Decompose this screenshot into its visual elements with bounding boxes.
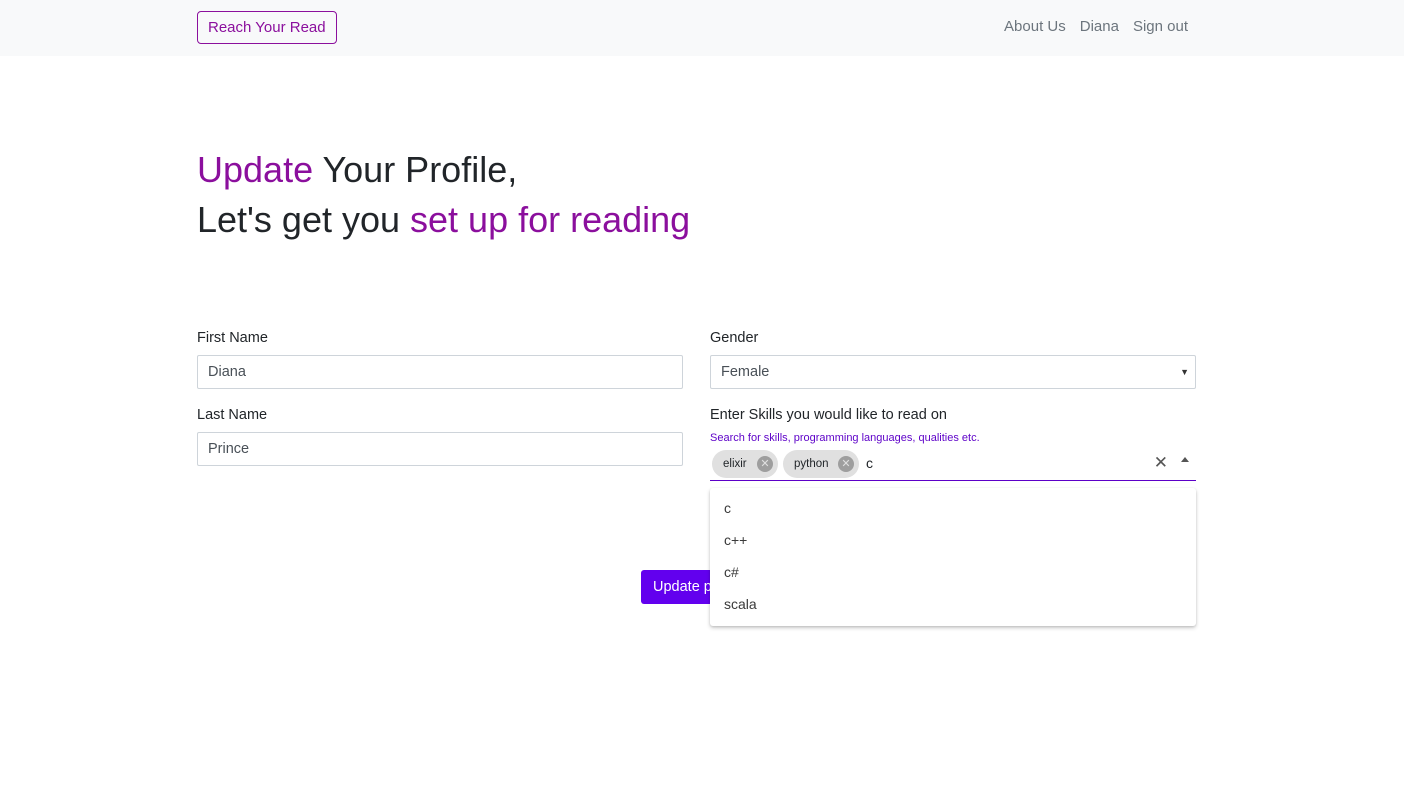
nav-links: About Us Diana Sign out (1004, 18, 1188, 36)
suggestion-option-c[interactable]: c (724, 499, 731, 517)
chip-delete-icon[interactable]: ✕ (757, 456, 773, 472)
suggestion-option-cpp[interactable]: c++ (724, 531, 747, 549)
nav-link-sign-out[interactable]: Sign out (1133, 18, 1188, 36)
heading-line-1: Update Your Profile, (197, 145, 690, 195)
skills-search-input[interactable]: c (866, 454, 873, 472)
gender-selected-value: Female (721, 364, 770, 380)
heading-lets-get-you: Let's get you (197, 199, 411, 240)
skills-label: Enter Skills you would like to read on (710, 407, 947, 423)
gender-label: Gender (710, 330, 759, 346)
skill-chip-elixir: elixir ✕ (712, 450, 778, 478)
last-name-label: Last Name (197, 407, 268, 423)
first-name-input[interactable]: Diana (197, 355, 683, 389)
chip-delete-icon[interactable]: ✕ (838, 456, 854, 472)
skill-chip-label: python (794, 458, 829, 470)
skills-autocomplete[interactable]: elixir ✕ python ✕ c ✕ (710, 448, 1196, 481)
heading-your-profile: Your Profile, (313, 149, 518, 190)
update-profile-button[interactable]: Update p (641, 570, 711, 604)
page-heading: Update Your Profile, Let's get you set u… (197, 145, 690, 245)
suggestion-option-csharp[interactable]: c# (724, 563, 739, 581)
first-name-label: First Name (197, 330, 268, 346)
nav-link-about[interactable]: About Us (1004, 18, 1066, 36)
select-arrow-icon: ▼ (1180, 367, 1189, 377)
navbar: Reach Your Read About Us Diana Sign out (0, 0, 1404, 56)
last-name-input[interactable]: Prince (197, 432, 683, 466)
skills-suggestions-dropdown: c c++ c# scala (710, 488, 1196, 626)
chevron-up-icon[interactable] (1181, 457, 1189, 462)
gender-select[interactable]: Female ▼ (710, 355, 1196, 389)
skill-chip-label: elixir (723, 458, 747, 470)
heading-accent-reading: set up for reading (410, 199, 691, 240)
skill-chip-python: python ✕ (783, 450, 859, 478)
nav-link-profile[interactable]: Diana (1080, 18, 1119, 36)
heading-line-2: Let's get you set up for reading (197, 195, 690, 245)
clear-icon[interactable]: ✕ (1154, 454, 1168, 472)
skills-helper-text: Search for skills, programming languages… (710, 432, 980, 444)
brand-button[interactable]: Reach Your Read (197, 11, 337, 44)
suggestion-option-scala[interactable]: scala (724, 595, 757, 613)
heading-accent-update: Update (197, 149, 314, 190)
